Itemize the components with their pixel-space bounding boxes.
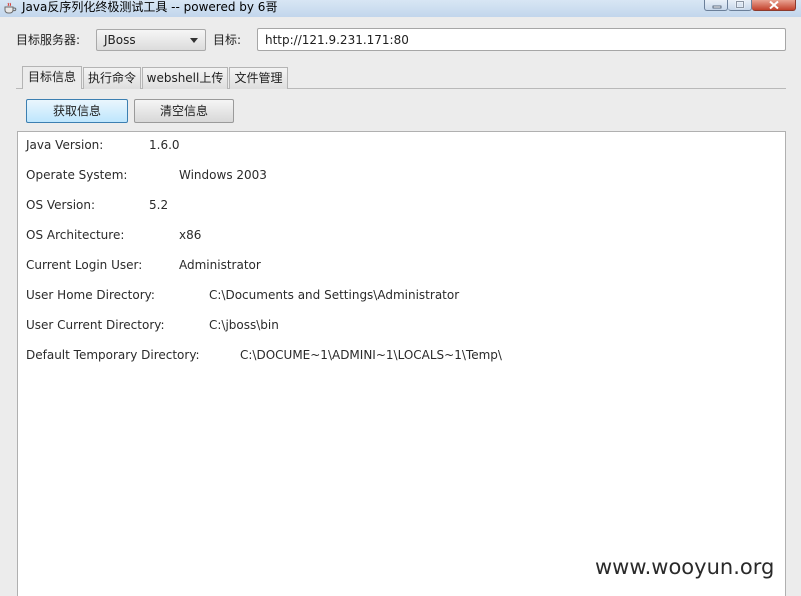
tab-panel <box>16 88 786 133</box>
tab-webshell-upload[interactable]: webshell上传 <box>142 67 228 89</box>
output-line-value: C:\Documents and Settings\Administrator <box>209 288 460 302</box>
output-line-key: Operate System: <box>26 168 128 182</box>
output-line-value: 1.6.0 <box>149 138 180 152</box>
target-url-input[interactable] <box>257 28 786 51</box>
output-line-value: x86 <box>179 228 202 242</box>
tab-file-manager[interactable]: 文件管理 <box>229 67 288 89</box>
server-select-value: JBoss <box>104 33 136 47</box>
output-line-key: OS Architecture: <box>26 228 125 242</box>
output-line-value: 5.2 <box>149 198 169 212</box>
window-title: Java反序列化终极测试工具 -- powered by 6哥 <box>22 0 278 14</box>
close-button[interactable] <box>752 0 796 11</box>
maximize-button[interactable] <box>728 0 752 11</box>
server-label: 目标服务器: <box>16 33 81 47</box>
target-label: 目标: <box>213 33 242 47</box>
output-line-key: User Home Directory: <box>26 288 155 302</box>
output-line-value: C:\jboss\bin <box>209 318 279 332</box>
output-line-key: OS Version: <box>26 198 96 212</box>
output-line-key: User Current Directory: <box>26 318 165 332</box>
close-icon <box>769 0 779 10</box>
app-window: Java反序列化终极测试工具 -- powered by 6哥 目标服务器: J… <box>0 0 801 596</box>
tab-execute-command[interactable]: 执行命令 <box>83 67 141 89</box>
info-output-area[interactable]: Java Version: 1.6.0 Operate System: Wind… <box>17 131 786 596</box>
output-line-key: Java Version: <box>26 138 104 152</box>
output-line-value: Administrator <box>179 258 261 272</box>
output-line-key: Default Temporary Directory: <box>26 348 200 362</box>
minimize-icon <box>712 5 722 9</box>
java-cup-icon <box>4 2 17 14</box>
maximize-icon <box>735 0 745 9</box>
minimize-button[interactable] <box>704 0 728 11</box>
output-line-value: Windows 2003 <box>179 168 267 182</box>
title-bar[interactable]: Java反序列化终极测试工具 -- powered by 6哥 <box>0 0 801 17</box>
clear-info-button[interactable]: 清空信息 <box>134 99 234 123</box>
tab-target-info[interactable]: 目标信息 <box>22 66 82 89</box>
server-select[interactable]: JBoss <box>96 29 206 51</box>
output-line-value: C:\DOCUME~1\ADMINI~1\LOCALS~1\Temp\ <box>240 348 502 362</box>
chevron-down-icon <box>190 38 198 43</box>
output-line-key: Current Login User: <box>26 258 143 272</box>
get-info-button[interactable]: 获取信息 <box>26 99 128 123</box>
watermark: www.wooyun.org <box>595 555 775 579</box>
